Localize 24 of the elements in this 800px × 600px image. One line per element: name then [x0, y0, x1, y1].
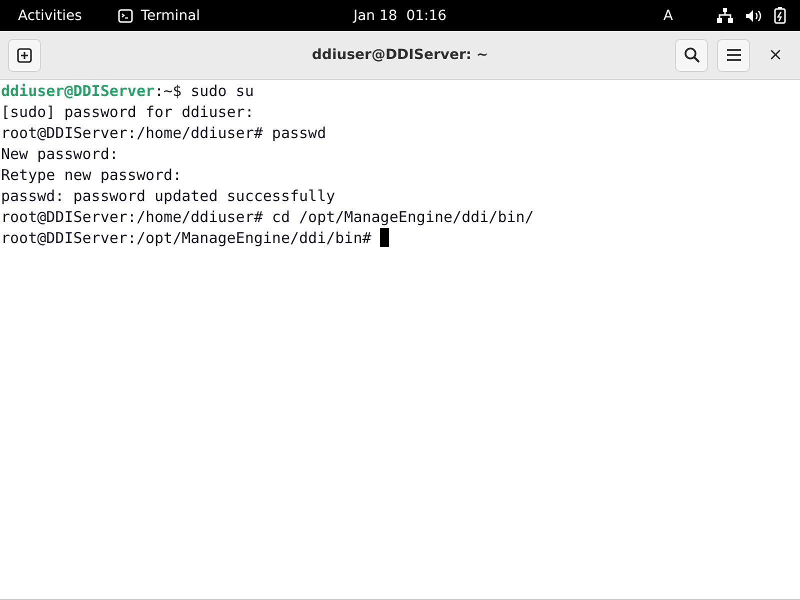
app-menu[interactable]: Terminal — [118, 8, 200, 24]
new-tab-button[interactable] — [8, 38, 41, 72]
terminal-line: root@DDIServer:/home/ddiuser# cd /opt/ManageEngine/ddi/bin/ — [1, 208, 534, 226]
terminal-line: ddiuser@DDIServer:~$ sudo su — [1, 82, 254, 100]
menu-button[interactable] — [717, 38, 750, 72]
terminal-line: [sudo] password for ddiuser: — [1, 103, 254, 121]
clock[interactable]: Jan 18 01:16 — [353, 8, 447, 24]
terminal-icon — [118, 8, 133, 22]
volume-icon[interactable] — [745, 8, 762, 22]
search-button[interactable] — [675, 38, 708, 72]
activities-button[interactable]: Activities — [18, 8, 82, 24]
terminal-line: root@DDIServer:/opt/ManageEngine/ddi/bin# — [1, 229, 372, 247]
terminal-line: Retype new password: — [1, 166, 182, 184]
close-button[interactable]: × — [759, 38, 792, 72]
window-title: ddiuser@DDIServer: ~ — [312, 47, 488, 63]
input-method-indicator[interactable]: A — [663, 8, 673, 24]
battery-icon[interactable] — [774, 7, 786, 24]
plus-icon — [17, 48, 32, 62]
menu-icon — [726, 49, 740, 61]
terminal-line: passwd: password updated successfully — [1, 187, 336, 205]
terminal-line: root@DDIServer:/home/ddiuser# passwd — [1, 124, 326, 142]
network-icon[interactable] — [717, 8, 733, 23]
search-icon — [684, 47, 700, 63]
terminal-line: New password: — [1, 145, 118, 163]
